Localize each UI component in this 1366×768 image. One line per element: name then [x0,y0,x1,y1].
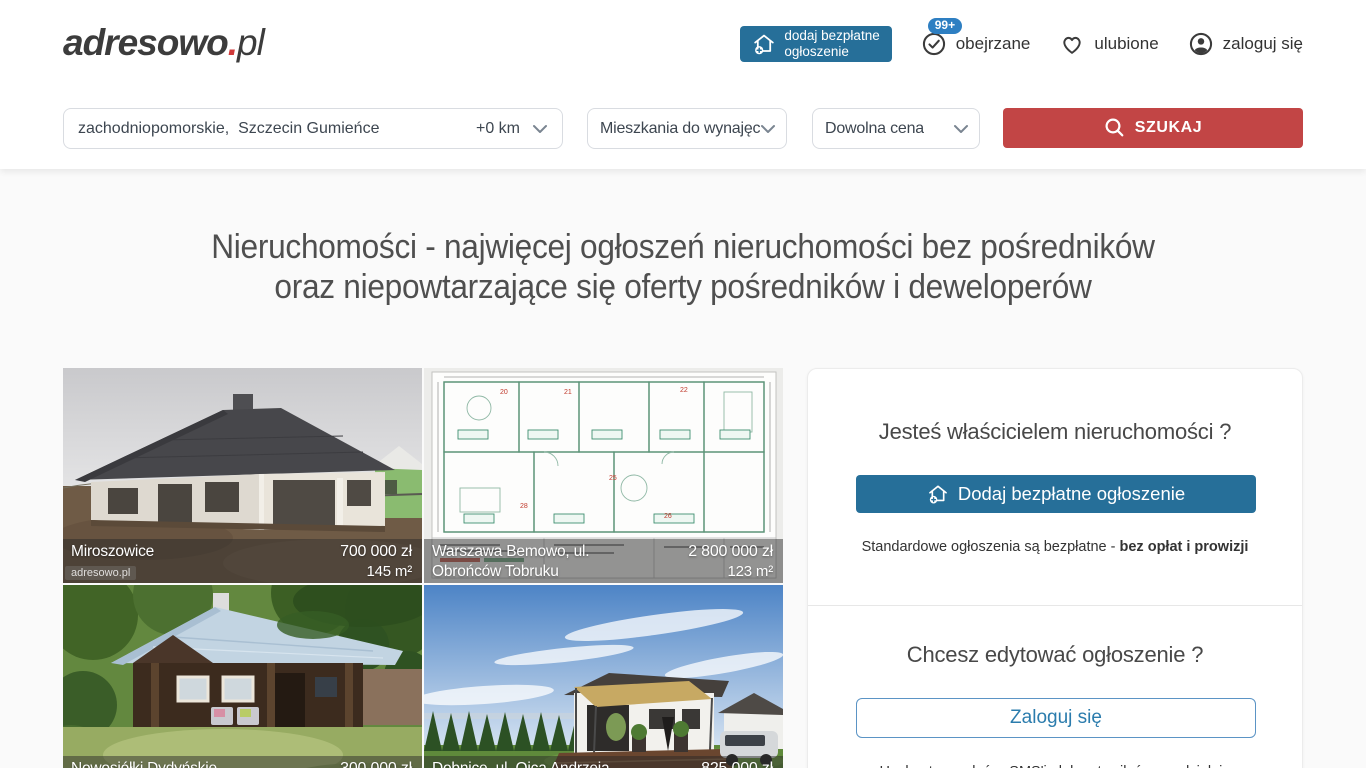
owner-title: Jesteś właścicielem nieruchomości ? [856,419,1254,445]
owner-panel: Jesteś właścicielem nieruchomości ? Doda… [807,368,1303,768]
listing-info-band: Dobnice, ul. Ojca Andrzeja 825 000 zł [424,756,783,768]
svg-text:28: 28 [520,503,528,510]
owner-section: Jesteś właścicielem nieruchomości ? Doda… [808,369,1302,605]
photo-watermark: adresowo.pl [65,566,136,580]
listing-area: 123 m² [728,562,774,581]
svg-text:26: 26 [664,513,672,520]
check-circle-icon [921,31,947,57]
chevron-down-icon [953,124,969,134]
svg-text:22: 22 [680,387,688,394]
listing-photo-modern-bungalow [424,585,783,768]
location-input[interactable] [78,120,476,138]
location-field[interactable]: +0 km [63,108,563,149]
search-button-label: SZUKAJ [1135,119,1203,137]
listing-photo-wooden-cottage [63,585,422,768]
svg-text:21: 21 [564,389,572,396]
viewed-count-badge: 99+ [928,18,962,34]
listing-name: Nowosiółki Dydyńskie [71,759,286,768]
listing-price: 825 000 zł [701,759,773,768]
listing-card[interactable]: 20 21 22 28 25 26 Warszawa Bemowo, ul. Obroń… [424,368,783,583]
owner-note: Standardowe ogłoszenia są bezpłatne - be… [856,539,1254,555]
edit-title: Chcesz edytować ogłoszenie ? [856,642,1254,668]
listing-price: 2 800 000 zł [688,542,773,562]
site-header: adresowo.pl dodaj bezpłatne ogłos [0,0,1366,169]
nav-login[interactable]: zaloguj się [1188,31,1303,57]
listing-area: 145 m² [367,562,413,581]
logo-tld: pl [237,22,264,63]
search-icon [1104,117,1126,139]
category-select[interactable]: Mieszkania do wynajęc [587,108,787,149]
listing-price: 300 000 zł [340,759,412,768]
add-listing-button[interactable]: dodaj bezpłatne ogłoszenie [740,26,891,62]
radius-dropdown[interactable]: +0 km [476,120,548,138]
radius-value: +0 km [476,120,520,138]
heart-icon [1059,31,1085,57]
login-button[interactable]: Zaloguj się [856,698,1256,738]
user-circle-icon [1188,31,1214,57]
login-label: zaloguj się [1223,34,1303,54]
listing-card[interactable]: Miroszowice 700 000 zł 145 m² adresowo.p… [63,368,422,583]
header-nav: dodaj bezpłatne ogłoszenie 99+ obejrzane [740,26,1303,62]
listings-grid: Miroszowice 700 000 zł 145 m² adresowo.p… [63,368,783,768]
listing-card[interactable]: Nowosiółki Dydyńskie 300 000 zł [63,585,422,768]
search-bar: +0 km Mieszkania do wynajęc [63,108,1303,149]
chevron-down-icon [532,124,548,134]
add-free-listing-label: Dodaj bezpłatne ogłoszenie [958,483,1185,505]
price-select[interactable]: Dowolna cena [812,108,980,149]
add-free-listing-button[interactable]: Dodaj bezpłatne ogłoszenie [856,475,1256,513]
chevron-down-icon [760,124,776,134]
page-title-line1: Nieruchomości - najwięcej ogłoszeń nieru… [48,227,1318,267]
listing-name: Dobnice, ul. Ojca Andrzeja [432,759,647,768]
page: adresowo.pl dodaj bezpłatne ogłos [0,0,1366,768]
svg-text:20: 20 [500,389,508,396]
house-plus-icon [927,483,949,505]
listing-info-band: Warszawa Bemowo, ul. Obrońców Tobruku 2 … [424,539,783,583]
site-logo[interactable]: adresowo.pl [63,22,264,64]
edit-note: Hasło otrzymałeś w SMS'ie lub ustawiłeś … [856,764,1254,768]
nav-favorites[interactable]: ulubione [1059,31,1158,57]
house-plus-icon [752,32,776,56]
listing-price: 700 000 zł [340,542,412,562]
page-title-line2: oraz niepowtarzające się oferty pośredni… [48,267,1318,307]
listing-card[interactable]: Dobnice, ul. Ojca Andrzeja 825 000 zł [424,585,783,768]
page-title: Nieruchomości - najwięcej ogłoszeń nieru… [48,227,1318,307]
logo-dot: . [228,22,237,63]
price-value: Dowolna cena [825,120,924,138]
logo-text: adresowo [63,22,228,63]
login-button-label: Zaloguj się [1010,707,1102,729]
category-value: Mieszkania do wynajęc [600,120,760,138]
add-listing-label: dodaj bezpłatne ogłoszenie [784,28,879,60]
listing-info-band: Nowosiółki Dydyńskie 300 000 zł [63,756,422,768]
edit-section: Chcesz edytować ogłoszenie ? Zaloguj się… [808,606,1302,768]
listing-name: Warszawa Bemowo, ul. Obrońców Tobruku [432,542,602,583]
viewed-label: obejrzane [956,34,1031,54]
search-button[interactable]: SZUKAJ [1003,108,1303,148]
favorites-label: ulubione [1094,34,1158,54]
nav-viewed[interactable]: 99+ obejrzane [921,31,1031,57]
svg-text:25: 25 [609,475,617,482]
